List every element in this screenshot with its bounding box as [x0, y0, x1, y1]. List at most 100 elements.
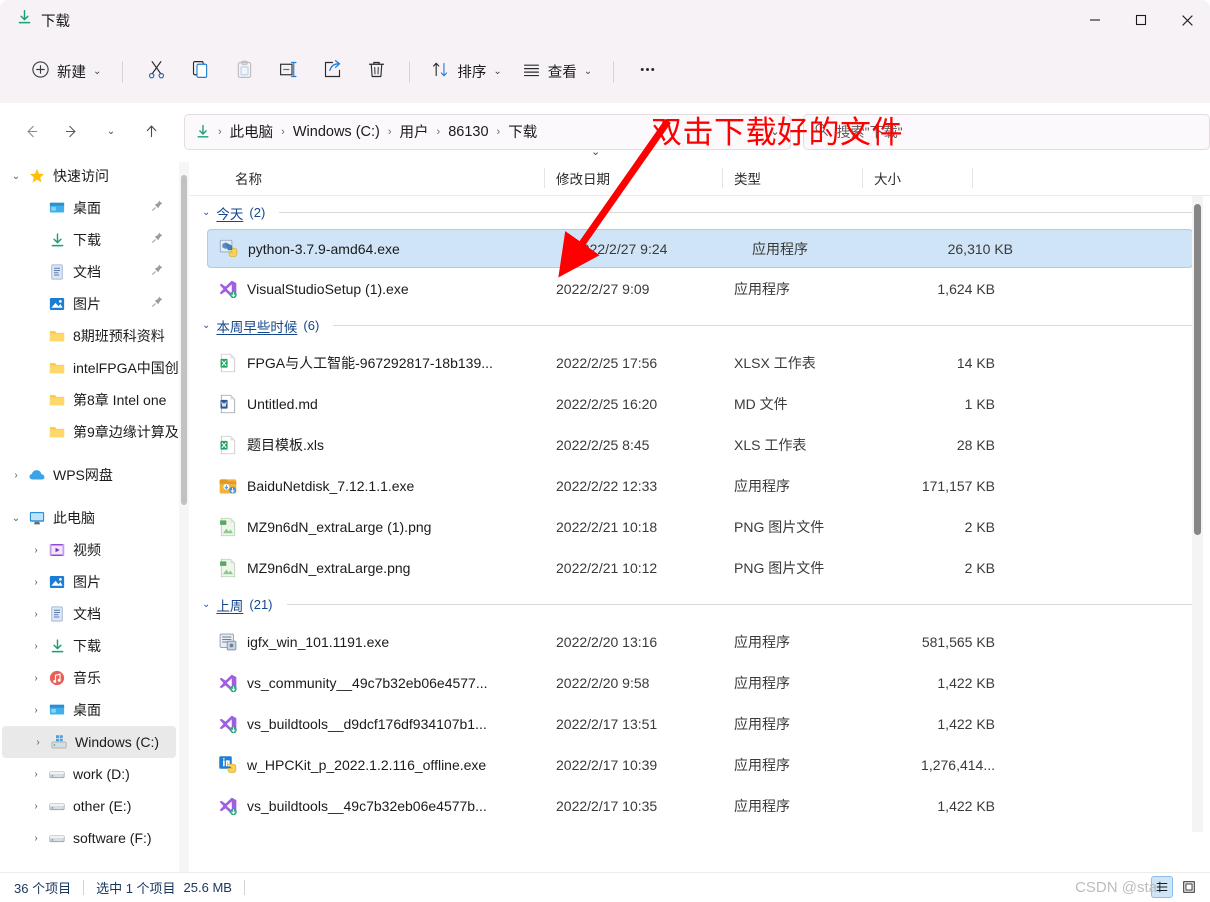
file-name-cell[interactable]: igfx_win_101.1191.exe [190, 632, 545, 652]
sidebar-item-15[interactable]: › 音乐 [0, 662, 180, 694]
delete-button[interactable] [355, 53, 397, 91]
breadcrumb-item-4[interactable]: 下载 [503, 119, 542, 144]
chevron-right-icon[interactable]: › [26, 577, 46, 588]
chevron-right-icon[interactable]: › [28, 737, 48, 748]
sidebar-item-9[interactable]: › WPS网盘 [0, 459, 180, 491]
column-header-size[interactable]: 大小 [863, 160, 973, 196]
search-box[interactable]: 搜索"下载" [802, 113, 1210, 150]
sidebar-item-2[interactable]: 下载 [0, 224, 180, 256]
file-name-cell[interactable]: vs_community__49c7b32eb06e4577... [190, 673, 545, 693]
breadcrumb-chevron-down-icon[interactable]: ⌄ [770, 125, 779, 138]
chevron-down-icon[interactable]: ⌄ [6, 513, 26, 524]
sidebar-item-12[interactable]: › 图片 [0, 566, 180, 598]
table-row[interactable]: 题目模板.xls 2022/2/25 8:45 XLS 工作表 28 KB [190, 424, 1210, 465]
table-row[interactable]: vs_buildtools__d9dcf176df934107b1... 2022… [190, 703, 1210, 744]
column-header-name[interactable]: 名称 [190, 160, 545, 196]
copy-button[interactable] [179, 53, 221, 91]
pin-icon[interactable] [151, 231, 164, 249]
chevron-right-icon[interactable]: › [26, 609, 46, 620]
file-group-header[interactable]: ⌄ 今天 (2) [190, 196, 1210, 229]
pin-icon[interactable] [151, 199, 164, 217]
table-row[interactable]: Untitled.md 2022/2/25 16:20 MD 文件 1 KB [190, 383, 1210, 424]
chevron-right-icon[interactable]: › [26, 833, 46, 844]
file-name-cell[interactable]: w_HPCKit_p_2022.1.2.116_offline.exe [190, 755, 545, 775]
chevron-down-icon[interactable]: ⌄ [202, 320, 210, 331]
sidebar-item-8[interactable]: 第9章边缘计算及 [0, 416, 180, 448]
more-options-button[interactable] [626, 53, 668, 91]
breadcrumb-item-1[interactable]: Windows (C:) [288, 122, 385, 142]
recent-locations-button[interactable]: ⌄ [94, 115, 128, 149]
back-button[interactable] [14, 115, 48, 149]
search-input[interactable]: 搜索"下载" [837, 122, 903, 142]
breadcrumb-item-2[interactable]: 用户 [395, 119, 434, 144]
file-name-cell[interactable]: FPGA与人工智能-967292817-18b139... [190, 353, 545, 373]
file-name-cell[interactable]: python-3.7.9-amd64.exe [208, 239, 563, 259]
cut-button[interactable] [135, 53, 177, 91]
close-button[interactable] [1164, 0, 1210, 40]
share-button[interactable] [311, 53, 353, 91]
breadcrumb[interactable]: › 此电脑 › Windows (C:) › 用户 › 86130 › 下载 ⌄ [184, 113, 791, 150]
sidebar-item-4[interactable]: 图片 [0, 288, 180, 320]
table-row[interactable]: FPGA与人工智能-967292817-18b139... 2022/2/25 1… [190, 342, 1210, 383]
table-row[interactable]: igfx_win_101.1191.exe 2022/2/20 13:16 应用程序… [190, 621, 1210, 662]
breadcrumb-item-3[interactable]: 86130 [443, 122, 493, 142]
file-name-cell[interactable]: 题目模板.xls [190, 435, 545, 455]
chevron-right-icon[interactable]: › [26, 673, 46, 684]
file-list-scrollbar-thumb[interactable] [1194, 204, 1201, 535]
chevron-right-icon[interactable]: › [26, 545, 46, 556]
paste-button[interactable] [223, 53, 265, 91]
sidebar-item-1[interactable]: 桌面 [0, 192, 180, 224]
table-row[interactable]: MZ9n6dN_extraLarge.png 2022/2/21 10:12 PNG… [190, 547, 1210, 588]
table-row[interactable]: VisualStudioSetup (1).exe 2022/2/27 9:09 应… [190, 268, 1210, 309]
chevron-right-icon[interactable]: › [26, 801, 46, 812]
file-name-cell[interactable]: MZ9n6dN_extraLarge (1).png [190, 517, 545, 537]
window-tab[interactable]: 下载 [16, 9, 70, 31]
sidebar-item-20[interactable]: › software (F:) [0, 822, 180, 854]
column-header-type[interactable]: 类型 [723, 160, 863, 196]
file-name-cell[interactable]: MZ9n6dN_extraLarge.png [190, 558, 545, 578]
sidebar-item-0[interactable]: ⌄ 快速访问 [0, 160, 180, 192]
maximize-button[interactable] [1118, 0, 1164, 40]
table-row[interactable]: python-3.7.9-amd64.exe 2022/2/27 9:24 应用程序… [207, 229, 1193, 268]
pin-icon[interactable] [151, 295, 164, 313]
table-row[interactable]: vs_community__49c7b32eb06e4577... 2022/2/… [190, 662, 1210, 703]
chevron-right-icon[interactable]: › [26, 705, 46, 716]
file-list[interactable]: ⌄ 今天 (2) python-3.7.9-amd64.exe 2022/2/27 9:… [190, 196, 1210, 836]
view-button[interactable]: 查看 ⌄ [513, 54, 601, 90]
breadcrumb-item-0[interactable]: 此电脑 [225, 119, 279, 144]
chevron-right-icon[interactable]: › [26, 769, 46, 780]
table-row[interactable]: w_HPCKit_p_2022.1.2.116_offline.exe 2022/… [190, 744, 1210, 785]
chevron-down-icon[interactable]: ⌄ [6, 171, 26, 182]
rename-button[interactable] [267, 53, 309, 91]
sidebar-item-3[interactable]: 文档 [0, 256, 180, 288]
table-row[interactable]: vs_buildtools__49c7b32eb06e4577b... 2022/… [190, 785, 1210, 826]
new-button[interactable]: 新建 ⌄ [22, 54, 110, 90]
file-group-header[interactable]: ⌄ 上周 (21) [190, 588, 1210, 621]
sidebar-item-7[interactable]: 第8章 Intel one [0, 384, 180, 416]
sidebar-item-13[interactable]: › 文档 [0, 598, 180, 630]
sidebar-scrollbar-thumb[interactable] [181, 175, 187, 505]
chevron-down-icon[interactable]: ⌄ [202, 599, 210, 610]
large-icons-view-button[interactable] [1178, 876, 1200, 898]
file-name-cell[interactable]: vs_buildtools__49c7b32eb06e4577b... [190, 796, 545, 816]
chevron-down-icon[interactable]: ⌄ [202, 207, 210, 218]
table-row[interactable]: BaiduNetdisk_7.12.1.1.exe 2022/2/22 12:33… [190, 465, 1210, 506]
sidebar-item-18[interactable]: › work (D:) [0, 758, 180, 790]
file-name-cell[interactable]: Untitled.md [190, 394, 545, 414]
chevron-right-icon[interactable]: › [26, 641, 46, 652]
pin-icon[interactable] [151, 263, 164, 281]
sidebar-item-6[interactable]: intelFPGA中国创 [0, 352, 180, 384]
file-name-cell[interactable]: BaiduNetdisk_7.12.1.1.exe [190, 476, 545, 496]
up-button[interactable] [134, 115, 168, 149]
sidebar-item-10[interactable]: ⌄ 此电脑 [0, 502, 180, 534]
sidebar-item-16[interactable]: › 桌面 [0, 694, 180, 726]
file-name-cell[interactable]: vs_buildtools__d9dcf176df934107b1... [190, 714, 545, 734]
sidebar-item-19[interactable]: › other (E:) [0, 790, 180, 822]
file-group-header[interactable]: ⌄ 本周早些时候 (6) [190, 309, 1210, 342]
sort-button[interactable]: 排序 ⌄ [422, 54, 510, 90]
sidebar-item-5[interactable]: 8期班预科资料 [0, 320, 180, 352]
table-row[interactable]: MZ9n6dN_extraLarge (1).png 2022/2/21 10:1… [190, 506, 1210, 547]
navigation-sidebar[interactable]: ⌄ 快速访问 桌面 下载 文档 图片 8期班预科资料 intelFPGA中国创 第8章 Inte… [0, 160, 180, 872]
column-header-date[interactable]: 修改日期 [545, 160, 723, 196]
file-name-cell[interactable]: VisualStudioSetup (1).exe [190, 279, 545, 299]
